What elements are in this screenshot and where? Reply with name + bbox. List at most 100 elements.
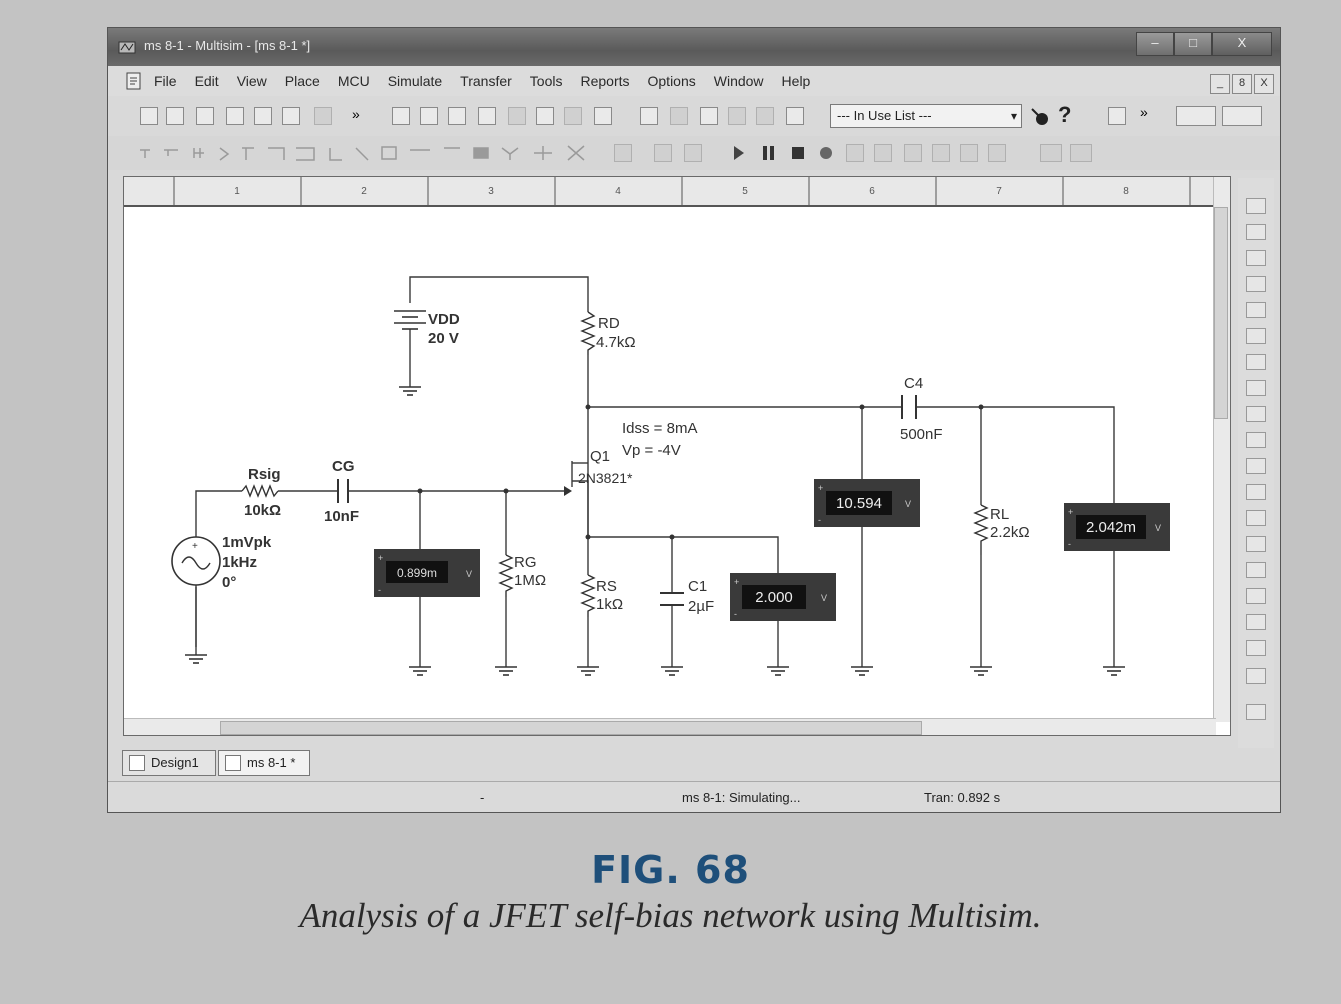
database-icon[interactable] <box>508 107 526 125</box>
run-icon[interactable] <box>732 144 746 162</box>
spreadsheet-icon[interactable] <box>478 107 496 125</box>
oscilloscope-icon[interactable] <box>1246 276 1266 292</box>
multi-page-icon[interactable] <box>988 144 1006 162</box>
toolbar-overflow[interactable]: » <box>352 106 360 122</box>
probe-icon[interactable] <box>1030 107 1050 127</box>
forward-annotate-icon[interactable] <box>756 107 774 125</box>
wattmeter-icon[interactable] <box>1246 250 1266 266</box>
tab-ms8-1[interactable]: ms 8-1 * <box>218 750 310 776</box>
bus-icon[interactable] <box>614 144 632 162</box>
menu-edit[interactable]: Edit <box>195 73 219 89</box>
gate-voltmeter[interactable]: 0.899m V + - <box>374 549 480 597</box>
agilent-multimeter-icon[interactable] <box>1246 588 1266 604</box>
title-block-icon[interactable] <box>700 107 718 125</box>
c4-capacitor-symbol[interactable] <box>901 395 917 419</box>
wire-icon[interactable] <box>874 144 892 162</box>
connector-icon[interactable] <box>904 144 922 162</box>
probe-dot-icon[interactable] <box>818 145 834 161</box>
open-icon[interactable] <box>166 107 184 125</box>
menu-reports[interactable]: Reports <box>580 73 629 89</box>
cut-icon[interactable] <box>314 107 332 125</box>
schematic-workspace[interactable]: 1 2 3 4 5 6 7 8 + VDD 20 V Rsig 10kΩ CG … <box>123 176 1231 736</box>
menu-window[interactable]: Window <box>714 73 764 89</box>
print-preview-icon[interactable] <box>282 107 300 125</box>
c1-capacitor-symbol[interactable] <box>660 592 684 606</box>
cg-capacitor-symbol[interactable] <box>337 479 349 503</box>
menu-view[interactable]: View <box>237 73 267 89</box>
mdi-close-button[interactable]: X <box>1254 74 1274 94</box>
measurement-probe-icon[interactable] <box>1246 668 1266 684</box>
four-channel-scope-icon[interactable] <box>1246 302 1266 318</box>
component-group-icons[interactable] <box>138 142 638 164</box>
new-icon[interactable] <box>140 107 158 125</box>
frequency-counter-icon[interactable] <box>1246 354 1266 370</box>
iv-analyzer-icon[interactable] <box>1246 458 1266 474</box>
menu-help[interactable]: Help <box>782 73 811 89</box>
menu-options[interactable]: Options <box>648 73 696 89</box>
rs-resistor-symbol[interactable] <box>580 574 596 617</box>
transfer-icon[interactable] <box>786 107 804 125</box>
rd-resistor-symbol[interactable] <box>580 311 596 355</box>
save-icon[interactable] <box>226 107 244 125</box>
mdi-restore-button[interactable]: 8 <box>1232 74 1252 94</box>
print-icon[interactable] <box>254 107 272 125</box>
hierarchy-icon[interactable] <box>564 107 582 125</box>
instrument-icon[interactable] <box>1176 106 1216 126</box>
menu-simulate[interactable]: Simulate <box>388 73 442 89</box>
grid-icon[interactable] <box>1040 144 1062 162</box>
open-sample-icon[interactable] <box>196 107 214 125</box>
postprocessor-icon[interactable] <box>640 107 658 125</box>
bode-plotter-icon[interactable] <box>1246 328 1266 344</box>
title-bar[interactable]: ms 8-1 - Multisim - [ms 8-1 *] – □ X <box>108 28 1280 66</box>
labview-icon[interactable] <box>1246 704 1266 720</box>
maximize-button[interactable]: □ <box>1174 32 1212 56</box>
menu-mcu[interactable]: MCU <box>338 73 370 89</box>
description-box-icon[interactable] <box>1108 107 1126 125</box>
network-analyzer-icon[interactable] <box>1246 536 1266 552</box>
menu-tools[interactable]: Tools <box>530 73 563 89</box>
agilent-scope-icon[interactable] <box>1246 614 1266 630</box>
spectrum-analyzer-icon[interactable] <box>1246 510 1266 526</box>
schematic-canvas[interactable]: + VDD 20 V Rsig 10kΩ CG 10nF 1mVpk 1kHz … <box>124 177 1216 722</box>
distortion-analyzer-icon[interactable] <box>1246 484 1266 500</box>
erc-icon[interactable] <box>670 107 688 125</box>
ac-source-symbol[interactable]: + <box>171 536 221 586</box>
menu-place[interactable]: Place <box>285 73 320 89</box>
word-generator-icon[interactable] <box>1246 380 1266 396</box>
horizontal-scrollbar[interactable] <box>124 718 1216 735</box>
hierarchical-block-icon[interactable] <box>932 144 950 162</box>
rsig-resistor-symbol[interactable] <box>241 484 279 498</box>
rl-resistor-symbol[interactable] <box>973 504 989 555</box>
net-icon[interactable] <box>654 144 672 162</box>
junction-icon[interactable] <box>684 144 702 162</box>
component-icon[interactable] <box>536 107 554 125</box>
rg-resistor-symbol[interactable] <box>498 554 514 597</box>
zoom-icon[interactable] <box>392 107 410 125</box>
toolbar-overflow-2[interactable]: » <box>1140 104 1148 120</box>
in-use-list-dropdown[interactable]: --- In Use List --- <box>830 104 1022 128</box>
vertical-scrollbar[interactable] <box>1213 177 1230 722</box>
pause-toggle-icon[interactable] <box>1222 106 1262 126</box>
horizontal-scroll-thumb[interactable] <box>220 721 922 735</box>
logic-analyzer-icon[interactable] <box>1246 406 1266 422</box>
source-voltmeter[interactable]: 2.000 V + - <box>730 573 836 621</box>
logic-converter-icon[interactable] <box>1246 432 1266 448</box>
mdi-minimize-button[interactable]: _ <box>1210 74 1230 94</box>
vertical-scroll-thumb[interactable] <box>1214 207 1228 419</box>
zoom-area-icon[interactable] <box>420 107 438 125</box>
stop-icon[interactable] <box>790 145 806 161</box>
tektronix-scope-icon[interactable] <box>1246 640 1266 656</box>
drain-voltmeter[interactable]: 10.594 V + - <box>814 479 920 527</box>
function-generator-icon[interactable] <box>1246 224 1266 240</box>
subcircuit-icon[interactable] <box>960 144 978 162</box>
help-button[interactable]: ? <box>1058 102 1071 128</box>
close-button[interactable]: X <box>1212 32 1272 56</box>
back-annotate-icon[interactable] <box>728 107 746 125</box>
multimeter-icon[interactable] <box>1246 198 1266 214</box>
pause-icon[interactable] <box>762 145 776 161</box>
grapher-icon[interactable] <box>594 107 612 125</box>
menu-transfer[interactable]: Transfer <box>460 73 512 89</box>
border-icon[interactable] <box>1070 144 1092 162</box>
agilent-generator-icon[interactable] <box>1246 562 1266 578</box>
zoom-fit-icon[interactable] <box>448 107 466 125</box>
